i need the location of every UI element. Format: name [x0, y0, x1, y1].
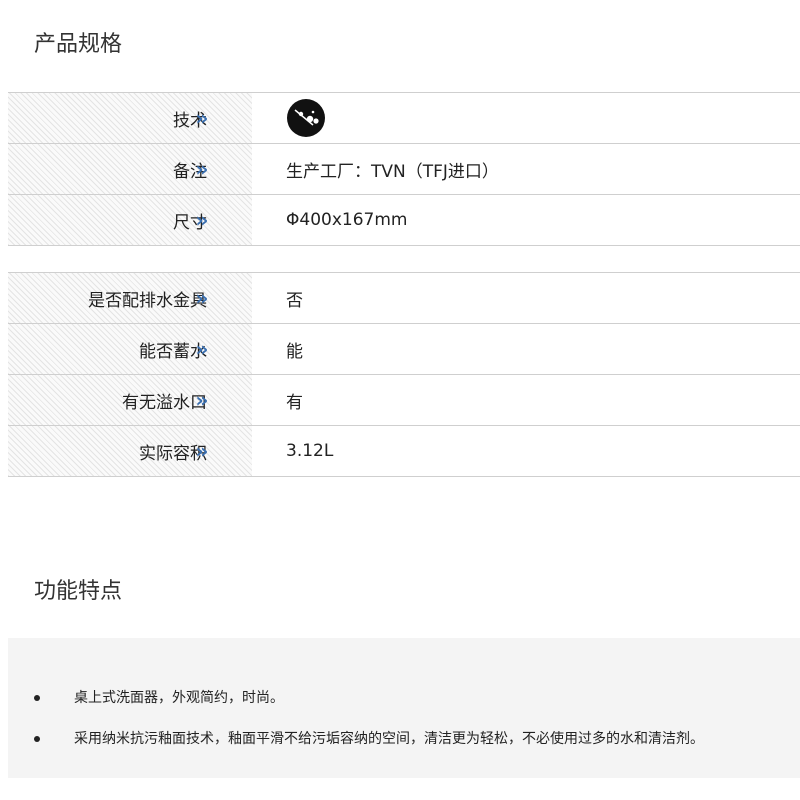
spec-label: 是否配排水金具: [88, 290, 207, 311]
spec-value: Φ400x167mm: [286, 210, 408, 230]
spec-label-cell: 技术 »: [8, 93, 252, 143]
spec-label-cell: 有无溢水口 »: [8, 375, 252, 425]
feature-panel: 桌上式洗面器，外观简约，时尚。 采用纳米抗污釉面技术，釉面平滑不给污垢容纳的空间…: [8, 638, 800, 778]
spec-label-cell: 尺寸 »: [8, 195, 252, 245]
spec-label-cell: 备注 »: [8, 144, 252, 194]
bullet-icon: [34, 695, 40, 701]
spec-value: 否: [286, 290, 303, 311]
feature-text: 采用纳米抗污釉面技术，釉面平滑不给污垢容纳的空间，清洁更为轻松，不必使用过多的水…: [74, 731, 704, 747]
spec-table-group-2: 是否配排水金具 » 否 能否蓄水 » 能 有无溢水口 » 有 实际容积 » 3.…: [8, 272, 800, 477]
spec-value: 3.12L: [286, 441, 334, 461]
feature-text: 桌上式洗面器，外观简约，时尚。: [74, 690, 284, 706]
spec-table-group-1: 技术 » 备注 » 生产工厂：TVN（TFJ进口） 尺寸 » Φ400x167m…: [8, 92, 800, 246]
spec-label-cell: 是否配排水金具 »: [8, 273, 252, 323]
double-chevron-right-icon: »: [195, 337, 209, 361]
spec-label: 有无溢水口: [122, 392, 207, 413]
spec-value: 能: [286, 341, 303, 362]
spec-row-overflow: 有无溢水口 » 有: [8, 375, 800, 426]
spec-row-water-storage: 能否蓄水 » 能: [8, 324, 800, 375]
feature-section-title: 功能特点: [34, 579, 123, 604]
spec-value: 生产工厂：TVN（TFJ进口）: [286, 161, 499, 182]
tvn-technology-logo-icon: [287, 99, 325, 137]
double-chevron-right-icon: »: [195, 286, 209, 310]
spec-value: 有: [286, 392, 303, 413]
spec-row-size: 尺寸 » Φ400x167mm: [8, 195, 800, 246]
double-chevron-right-icon: »: [195, 208, 209, 232]
spec-section-title: 产品规格: [34, 32, 123, 57]
double-chevron-right-icon: »: [195, 439, 209, 463]
double-chevron-right-icon: »: [195, 106, 209, 130]
spec-row-technology: 技术 »: [8, 93, 800, 144]
spec-value-cell: [252, 93, 800, 143]
spec-label-cell: 能否蓄水 »: [8, 324, 252, 374]
bullet-icon: [34, 736, 40, 742]
spec-row-drain-fitting: 是否配排水金具 » 否: [8, 273, 800, 324]
double-chevron-right-icon: »: [195, 157, 209, 181]
spec-label-cell: 实际容积 »: [8, 426, 252, 476]
double-chevron-right-icon: »: [195, 388, 209, 412]
spec-row-remark: 备注 » 生产工厂：TVN（TFJ进口）: [8, 144, 800, 195]
spec-row-capacity: 实际容积 » 3.12L: [8, 426, 800, 477]
